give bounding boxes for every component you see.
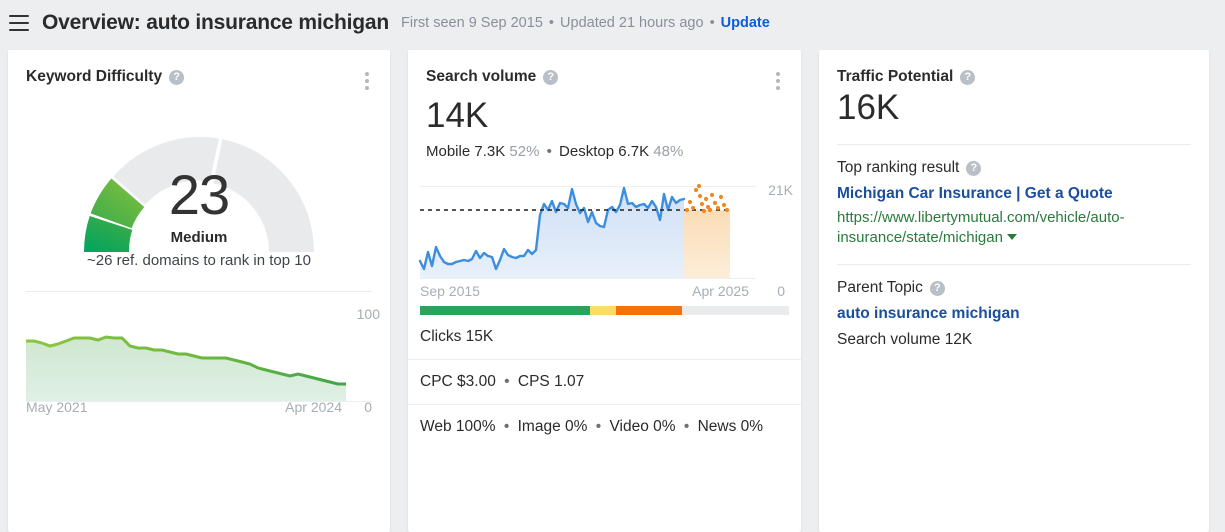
header-meta: First seen 9 Sep 2015 • Updated 21 hours…: [401, 15, 770, 31]
sv-mobile: Mobile 7.3K: [426, 143, 506, 161]
search-volume-card: Search volume ? 14K Mobile 7.3K 52% • De…: [408, 50, 801, 532]
sv-value: 14K: [426, 96, 489, 135]
kd-area-fill: [26, 337, 346, 401]
types-separator-3: •: [683, 418, 690, 436]
kd-axis-min: 0: [364, 399, 372, 415]
meta-separator-2: •: [709, 15, 715, 31]
top-ranking-url-text: https://www.libertymutual.com/vehicle/au…: [837, 209, 1125, 247]
sv-x-right: Apr 2025: [692, 283, 749, 300]
kd-x-right: Apr 2024: [285, 399, 342, 415]
clicks-distribution-bar: [420, 306, 789, 316]
question-mark-icon[interactable]: ?: [169, 69, 185, 85]
cards-row: Keyword Difficulty ? 23 Medium ~26 ref. …: [0, 50, 1225, 532]
chevron-down-icon[interactable]: [1006, 234, 1017, 241]
cpc-cps-row: CPC $3.00 • CPS 1.07: [408, 360, 801, 406]
kd-divider: [26, 291, 372, 292]
kd-history-chart: 100 0 May 2021 Apr 2024: [8, 300, 390, 420]
tp-value: 16K: [837, 88, 900, 127]
sv-axis-min: 0: [777, 283, 785, 300]
parent-topic-volume: Search volume 12K: [837, 331, 973, 349]
web-pct: Web 100%: [420, 418, 496, 436]
cps-value: CPS 1.07: [517, 373, 585, 391]
clicks-bar-yellow: [589, 306, 616, 316]
top-ranking-label: Top ranking result: [837, 159, 960, 177]
kd-score: 23: [168, 163, 230, 226]
update-button[interactable]: Update: [721, 15, 770, 31]
tp-title: Traffic Potential: [837, 68, 954, 85]
question-mark-icon[interactable]: ?: [543, 69, 559, 85]
sv-x-left: Sep 2015: [420, 283, 480, 300]
first-seen-text: First seen 9 Sep 2015: [401, 15, 543, 31]
sv-card-header: Search volume ?: [408, 50, 801, 94]
types-separator-2: •: [595, 418, 602, 436]
clicks-bar-orange: [615, 306, 682, 316]
sv-separator-1: •: [546, 143, 552, 161]
meta-separator-1: •: [548, 15, 554, 31]
kd-note: ~26 ref. domains to rank in top 10: [87, 252, 311, 269]
hamburger-icon[interactable]: [9, 15, 29, 31]
updated-text: Updated 21 hours ago: [560, 15, 704, 31]
kd-axis-max: 100: [356, 306, 380, 322]
news-pct: News 0%: [697, 418, 764, 436]
overview-page: Overview: auto insurance michigan First …: [0, 0, 1225, 532]
serp-types-row: Web 100% • Image 0% • Video 0% • News 0%: [408, 405, 801, 449]
cpc-separator: •: [504, 373, 510, 391]
parent-topic-section: Parent Topic ? auto insurance michigan S…: [819, 265, 1209, 349]
types-separator-1: •: [503, 418, 510, 436]
sv-axis-max: 21K: [768, 182, 793, 199]
top-ranking-label-group: Top ranking result ?: [837, 159, 1191, 177]
sv-forecast-dots: [684, 184, 730, 214]
sv-title-group: Search volume ?: [426, 68, 559, 86]
top-ranking-section: Top ranking result ? Michigan Car Insura…: [819, 145, 1209, 248]
kd-title-group: Keyword Difficulty ?: [26, 68, 185, 86]
sv-desktop: Desktop 6.7K: [559, 143, 650, 161]
parent-topic-link[interactable]: auto insurance michigan: [837, 305, 1191, 323]
kd-title: Keyword Difficulty: [26, 68, 163, 85]
tp-title-group: Traffic Potential ?: [837, 68, 976, 86]
kd-card-header: Keyword Difficulty ?: [8, 50, 390, 94]
kd-level: Medium: [170, 229, 228, 246]
top-ranking-url[interactable]: https://www.libertymutual.com/vehicle/au…: [837, 208, 1191, 248]
question-mark-icon[interactable]: ?: [966, 160, 982, 176]
kd-x-left: May 2021: [26, 399, 88, 415]
sv-history-chart: 21K 0 Sep 2015 Apr 2025: [408, 174, 801, 302]
image-pct: Image 0%: [517, 418, 588, 436]
page-header: Overview: auto insurance michigan First …: [0, 0, 1225, 46]
parent-topic-label-group: Parent Topic ?: [837, 279, 1191, 297]
parent-topic-label: Parent Topic: [837, 279, 923, 297]
clicks-row: Clicks 15K: [408, 315, 801, 361]
sv-forecast-band: [684, 210, 730, 279]
kebab-menu-icon[interactable]: [362, 68, 372, 94]
sv-desktop-pct: 48%: [653, 143, 684, 161]
top-ranking-result-link[interactable]: Michigan Car Insurance | Get a Quote: [837, 185, 1191, 203]
sv-device-split: Mobile 7.3K 52% • Desktop 6.7K 48%: [408, 136, 801, 160]
sv-mobile-pct: 52%: [509, 143, 540, 161]
clicks-bar-green: [420, 306, 590, 316]
cpc-value: CPC $3.00: [420, 373, 496, 391]
page-title: Overview: auto insurance michigan: [42, 11, 390, 34]
sv-title: Search volume: [426, 68, 537, 85]
tp-card-header: Traffic Potential ?: [819, 50, 1209, 86]
traffic-potential-card: Traffic Potential ? 16K Top ranking resu…: [819, 50, 1209, 532]
question-mark-icon[interactable]: ?: [929, 280, 945, 296]
clicks-bar-grey: [681, 306, 789, 316]
question-mark-icon[interactable]: ?: [960, 69, 976, 85]
keyword-difficulty-card: Keyword Difficulty ? 23 Medium ~26 ref. …: [8, 50, 390, 532]
kebab-menu-icon[interactable]: [773, 68, 783, 94]
kd-gauge: 23 Medium ~26 ref. domains to rank in to…: [8, 100, 390, 285]
video-pct: Video 0%: [609, 418, 676, 436]
